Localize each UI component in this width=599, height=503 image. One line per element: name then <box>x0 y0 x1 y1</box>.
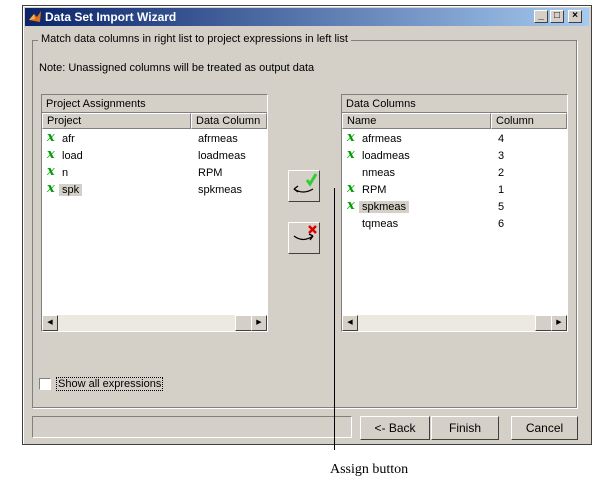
assign-arrow-check-icon <box>293 173 318 193</box>
assigned-x-icon: x <box>347 198 355 213</box>
panel-title: Project Assignments <box>42 95 267 113</box>
unassign-button[interactable] <box>288 222 320 254</box>
assigned-x-icon: x <box>47 130 55 145</box>
close-button[interactable]: × <box>568 10 582 23</box>
table-row[interactable]: x RPM 1 <box>342 181 567 199</box>
table-row[interactable]: x spk spkmeas <box>42 181 267 199</box>
cancel-button[interactable]: Cancel <box>511 416 578 440</box>
horizontal-scrollbar[interactable]: ◀ ▶ <box>42 315 267 331</box>
row-name: RPM <box>362 184 387 196</box>
table-row[interactable]: nmeas 2 <box>342 165 567 182</box>
table-row[interactable]: tqmeas 6 <box>342 216 567 233</box>
back-button[interactable]: <- Back <box>360 416 430 440</box>
assigned-x-icon: x <box>347 181 355 196</box>
group-label: Match data columns in right list to proj… <box>38 33 351 45</box>
table-row[interactable]: x spkmeas 5 <box>342 198 567 216</box>
window-title: Data Set Import Wizard <box>45 10 177 24</box>
scroll-right-icon[interactable]: ▶ <box>551 315 567 331</box>
checkbox-label[interactable]: Show all expressions <box>56 377 164 391</box>
row-name: afr <box>62 133 75 145</box>
row-column-value: spkmeas <box>198 184 243 196</box>
table-row[interactable]: x afr afrmeas <box>42 130 267 148</box>
callout-leader-line <box>334 188 335 450</box>
column-header-name[interactable]: Name <box>342 113 491 129</box>
row-name: n <box>62 167 69 179</box>
row-column-value: 2 <box>498 167 505 179</box>
row-column-value: 6 <box>498 218 505 230</box>
row-column-value: 3 <box>498 150 505 162</box>
scroll-right-icon[interactable]: ▶ <box>251 315 267 331</box>
finish-button[interactable]: Finish <box>431 416 499 440</box>
minimize-button[interactable]: _ <box>534 10 548 23</box>
status-bar <box>32 416 352 438</box>
row-column-value: loadmeas <box>198 150 246 162</box>
assign-button[interactable] <box>288 170 320 202</box>
column-header-column[interactable]: Column <box>491 113 567 129</box>
data-columns-panel: Data Columns Name Column x afrmeas 4 x loadm… <box>341 94 568 332</box>
title-bar: Data Set Import Wizard _ □ × <box>25 8 589 26</box>
row-column-value: 4 <box>498 133 505 145</box>
column-header-project[interactable]: Project <box>42 113 191 129</box>
row-column-value: afrmeas <box>198 133 238 145</box>
scroll-left-icon[interactable]: ◀ <box>342 315 358 331</box>
assigned-x-icon: x <box>347 147 355 162</box>
assigned-x-icon: x <box>347 130 355 145</box>
assigned-x-icon: x <box>47 147 55 162</box>
matlab-logo-icon <box>29 11 41 22</box>
table-row[interactable]: x afrmeas 4 <box>342 130 567 148</box>
table-row[interactable]: x loadmeas 3 <box>342 147 567 165</box>
assign-button-callout: Assign button <box>330 462 409 477</box>
row-column-value: RPM <box>198 167 223 179</box>
row-name: spk <box>59 184 83 196</box>
table-row[interactable]: x load loadmeas <box>42 147 267 165</box>
assigned-x-icon: x <box>47 181 55 196</box>
note-text: Note: Unassigned columns will be treated… <box>39 62 315 74</box>
column-header-data-column[interactable]: Data Column <box>191 113 267 129</box>
checkbox-box[interactable] <box>39 378 51 390</box>
panel-title: Data Columns <box>342 95 567 113</box>
row-name: spkmeas <box>359 201 410 213</box>
row-column-value: 5 <box>498 201 505 213</box>
project-assignments-panel: Project Assignments Project Data Column … <box>41 94 268 332</box>
scroll-left-icon[interactable]: ◀ <box>42 315 58 331</box>
horizontal-scrollbar[interactable]: ◀ ▶ <box>342 315 567 331</box>
unassign-arrow-x-icon <box>293 225 317 241</box>
assigned-x-icon: x <box>47 164 55 179</box>
row-name: loadmeas <box>362 150 410 162</box>
row-name: afrmeas <box>362 133 402 145</box>
table-row[interactable]: x n RPM <box>42 164 267 182</box>
row-name: load <box>62 150 83 162</box>
row-name: tqmeas <box>362 218 399 230</box>
row-column-value: 1 <box>498 184 505 196</box>
row-name: nmeas <box>362 167 396 179</box>
maximize-button[interactable]: □ <box>550 10 564 23</box>
